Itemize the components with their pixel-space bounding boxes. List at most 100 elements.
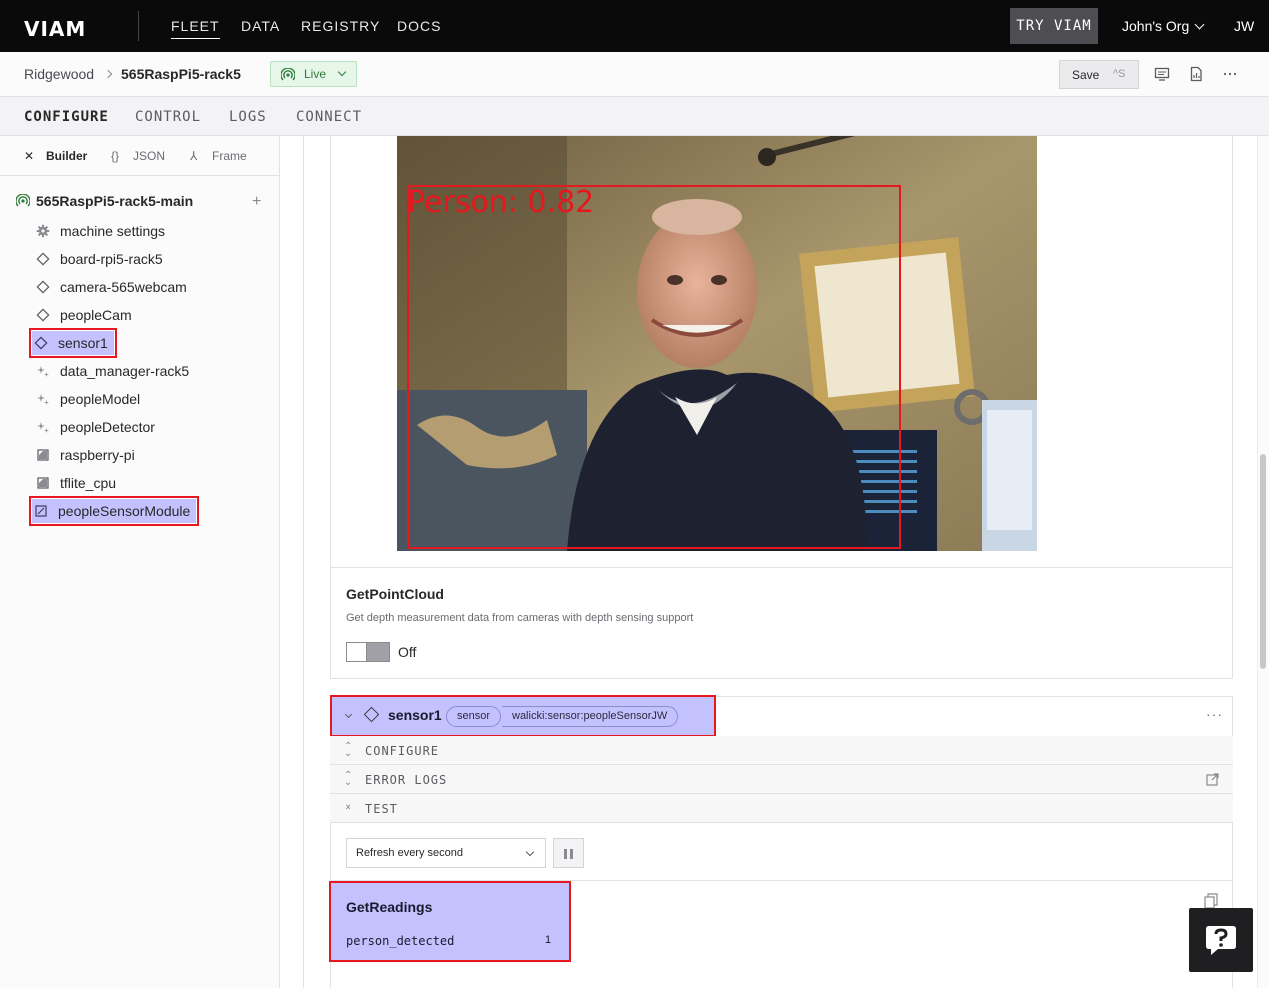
tree-root-label: 565RaspPi5-rack5-main [36,193,194,209]
sidebar-item-label: machine settings [60,223,166,239]
chevron-down-icon[interactable] [344,710,353,719]
tree-root-part[interactable]: 565RaspPi5-rack5-main [16,193,193,209]
service-sparkle-icon [37,366,49,377]
online-signal-icon [16,194,30,207]
component-diamond-icon [34,336,48,350]
live-status-dropdown[interactable]: Live [270,61,357,87]
help-chat-icon [1206,926,1236,955]
tab-control[interactable]: CONTROL [135,109,201,125]
reading-value: 1 [545,934,552,946]
pointcloud-toggle[interactable] [346,642,390,662]
try-viam-button[interactable]: TRY VIAM [1010,8,1098,44]
sidebar-item-peopledetector[interactable]: peopleDetector [36,415,155,439]
mode-builder-label: Builder [46,149,88,163]
live-status-label: Live [304,67,327,81]
sidebar-item-peoplemodel[interactable]: peopleModel [36,387,140,411]
config-main-panel: Person: 0.82 GetPointCloud Get depth mea… [280,136,1269,988]
sidebar-item-label: peopleCam [60,307,132,323]
nav-divider [138,11,139,41]
mode-frame[interactable]: ⅄ Frame [190,149,247,163]
detection-bounding-box [407,185,901,549]
refresh-rate-value: Refresh every second [356,847,463,859]
save-button[interactable]: Save ^S [1059,60,1139,89]
get-readings-title: GetReadings [346,899,433,915]
section-error-logs[interactable]: ⌃ ⌄ ERROR LOGS [330,765,1233,794]
sidebar-item-peoplecam[interactable]: peopleCam [36,303,132,327]
save-label: Save [1072,68,1100,82]
component-diamond-icon [36,308,50,322]
divider [330,880,1233,881]
org-name: John's Org [1122,18,1190,34]
more-options-icon[interactable] [1222,66,1238,82]
nav-fleet[interactable]: FLEET [171,18,220,39]
nav-registry[interactable]: REGISTRY [301,18,380,34]
sidebar-item-camera[interactable]: camera-565webcam [36,275,187,299]
sidebar-item-label: tflite_cpu [60,475,117,491]
document-icon[interactable] [1188,66,1204,82]
viam-logo[interactable]: VIAM [24,17,86,41]
top-nav: VIAM FLEET DATA REGISTRY DOCS TRY VIAM J… [0,0,1269,52]
help-chat-button[interactable] [1189,908,1253,972]
chevron-down-icon [525,847,535,857]
copy-icon[interactable] [1204,893,1218,909]
sidebar-item-label: camera-565webcam [60,279,187,295]
sidebar-item-raspberry-pi[interactable]: raspberry-pi [36,443,135,467]
component-diamond-icon [36,280,50,294]
pointcloud-toggle-label: Off [398,644,417,660]
module-icon [37,449,49,461]
getpointcloud-title: GetPointCloud [346,586,444,602]
external-link-icon[interactable] [1206,773,1219,786]
sidebar-item-peoplesensormodule[interactable]: peopleSensorModule [28,496,200,526]
section-configure[interactable]: ⌃ ⌄ CONFIGURE [330,736,1233,765]
sidebar-item-sensor1[interactable]: sensor1 [29,328,117,358]
reading-key: person_detected [346,934,455,948]
tab-connect[interactable]: CONNECT [296,109,362,125]
refresh-rate-select[interactable]: Refresh every second [346,838,546,868]
section-error-logs-label: ERROR LOGS [365,773,448,787]
user-avatar[interactable]: JW [1234,18,1254,34]
sidebar-item-label: sensor1 [58,335,108,351]
module-icon [37,477,49,489]
sensor-card-header[interactable]: sensor1 sensor walicki:sensor:peopleSens… [330,695,716,737]
org-switcher[interactable]: John's Org [1122,18,1205,34]
sidebar-item-label: data_manager-rack5 [60,363,190,379]
nav-data[interactable]: DATA [241,18,280,34]
mode-builder[interactable]: ✕ Builder [24,149,87,163]
service-sparkle-icon [37,422,49,433]
collapse-icon: ⌄ ⌃ [344,799,353,817]
section-test-label: TEST [365,802,398,816]
pause-icon [570,849,573,859]
sidebar-item-data-manager[interactable]: data_manager-rack5 [36,359,189,383]
component-diamond-icon [363,706,380,723]
tab-configure[interactable]: CONFIGURE [24,109,109,125]
pause-icon [564,849,567,859]
tab-logs[interactable]: LOGS [229,109,267,125]
divider [303,136,304,988]
scrollbar-thumb[interactable] [1260,454,1266,669]
tools-icon: ✕ [24,149,35,163]
add-resource-icon[interactable]: + [252,193,261,211]
breadcrumb-location[interactable]: Ridgewood [24,66,94,82]
divider [331,567,1232,568]
pause-button[interactable] [553,838,584,868]
save-shortcut: ^S [1113,68,1126,80]
sidebar-item-board[interactable]: board-rpi5-rack5 [36,247,163,271]
sidebar-item-tflite-cpu[interactable]: tflite_cpu [36,471,116,495]
breadcrumb-machine: 565RaspPi5-rack5 [121,66,241,82]
sidebar-item-label: peopleModel [60,391,141,407]
toggle-knob [347,643,367,661]
section-configure-label: CONFIGURE [365,744,440,758]
monitor-icon[interactable] [1154,66,1170,82]
chevron-down-icon [337,67,347,77]
gear-icon [36,224,50,238]
axes-icon: ⅄ [190,149,198,163]
chevron-right-icon [103,69,113,79]
sidebar-item-label: peopleDetector [60,419,155,435]
more-options-icon[interactable]: ··· [1206,706,1223,722]
section-test[interactable]: ⌄ ⌃ TEST [330,794,1233,823]
sidebar-item-machine-settings[interactable]: machine settings [36,219,165,243]
mode-json[interactable]: {} JSON [111,149,165,163]
expand-icon: ⌃ ⌄ [344,770,353,788]
nav-docs[interactable]: DOCS [397,18,441,34]
service-sparkle-icon [37,394,49,405]
